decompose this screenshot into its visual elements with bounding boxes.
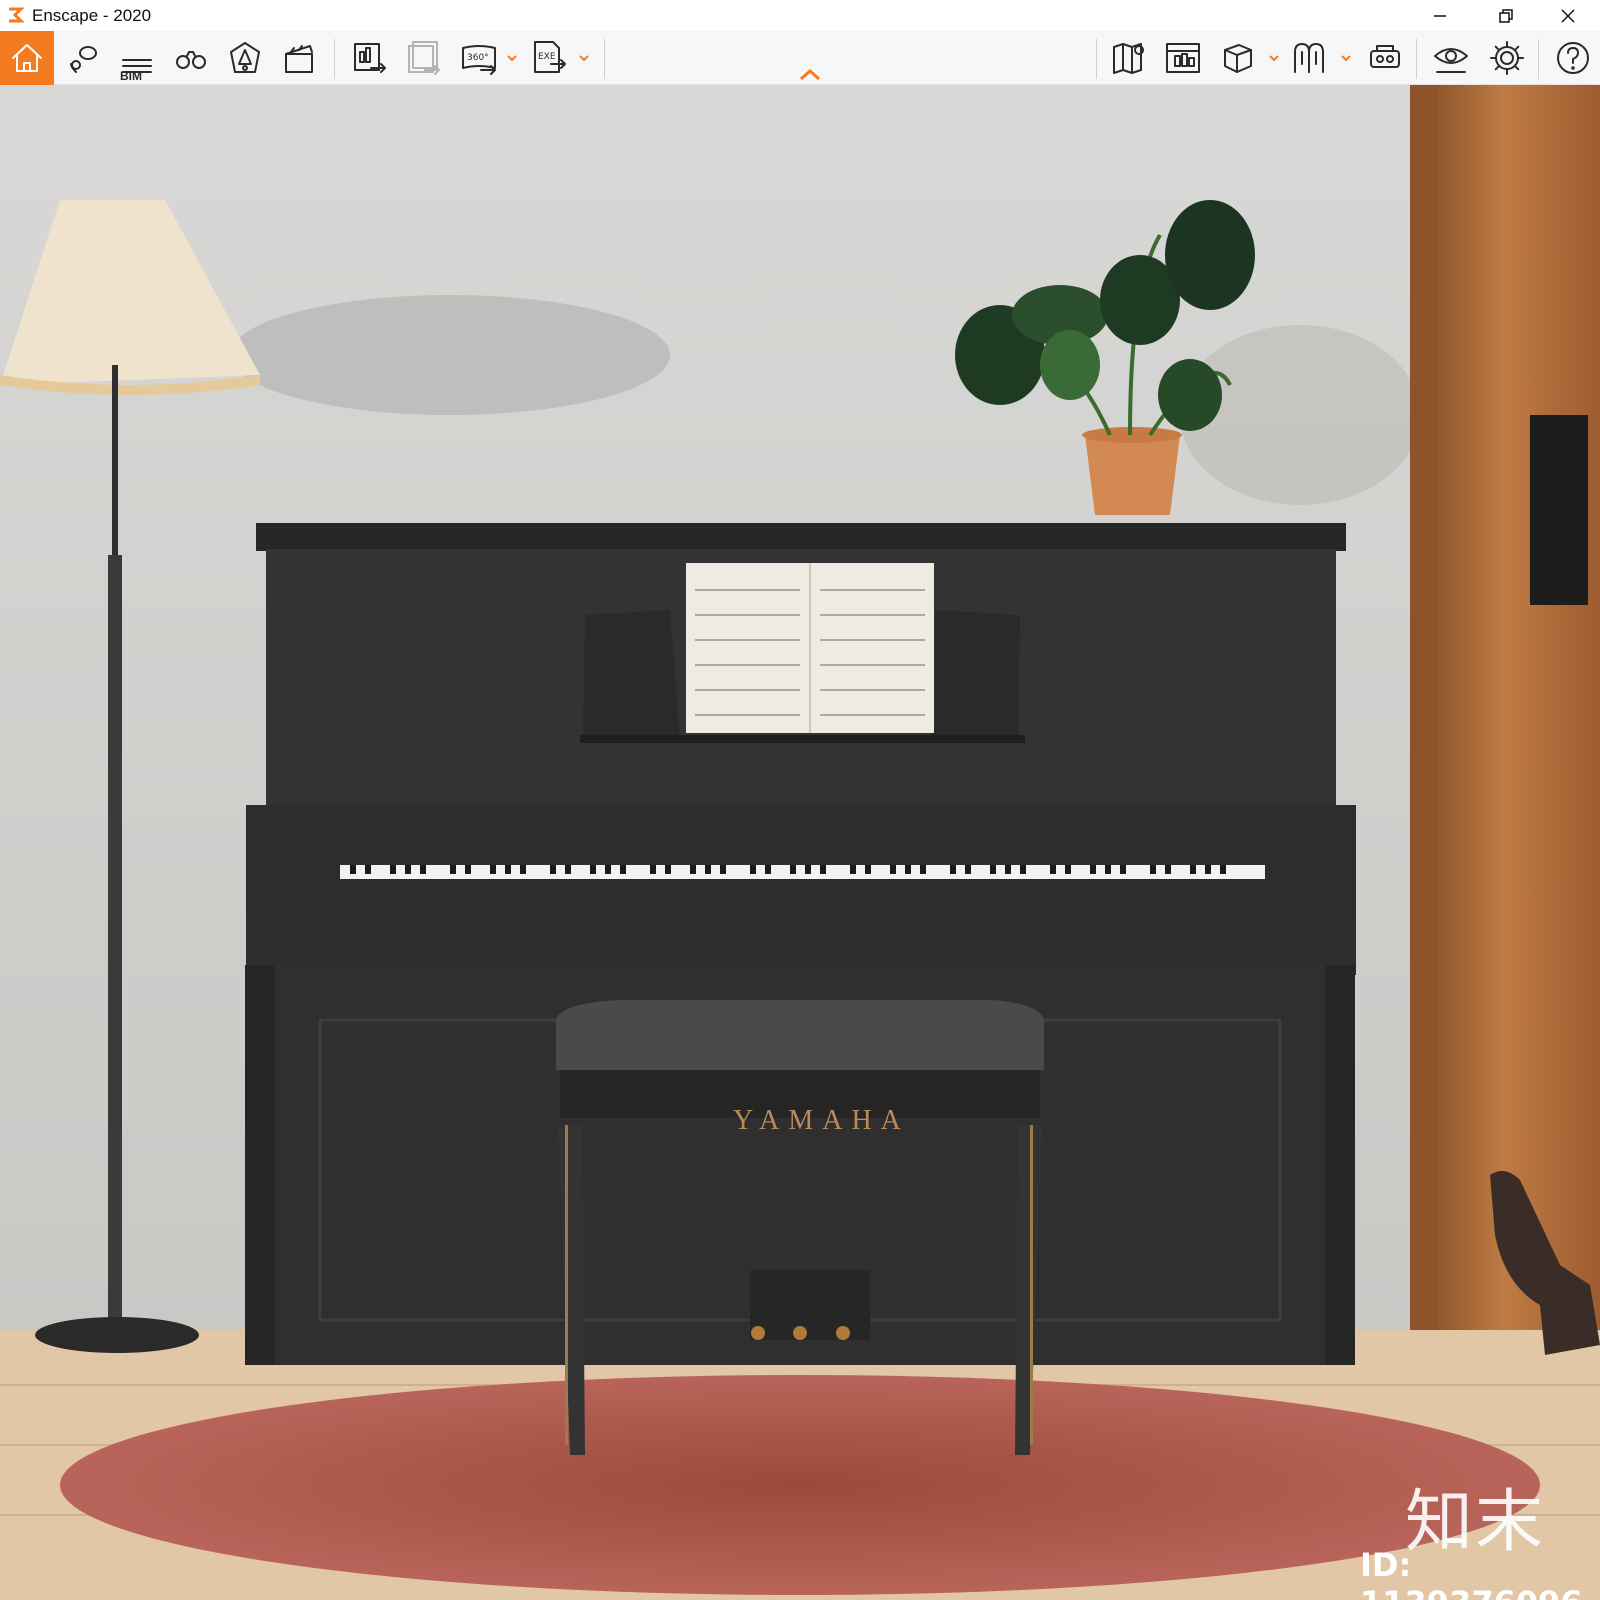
watermark-id: ID: 1139376096	[1360, 1546, 1583, 1600]
export-dropdown[interactable]	[578, 51, 590, 63]
visual-settings-button[interactable]	[1428, 35, 1474, 81]
eye-settings-icon	[1434, 48, 1468, 73]
render-window-button[interactable]	[1160, 35, 1206, 81]
export-exe-button[interactable]: EXE	[526, 35, 572, 81]
binoculars-button[interactable]	[168, 35, 214, 81]
section-dropdown[interactable]	[1340, 51, 1352, 63]
toolbar-separator	[334, 39, 335, 79]
asset-library-icon	[230, 42, 260, 73]
panorama-button[interactable]: 360°	[456, 35, 502, 81]
restore-icon	[1499, 8, 1513, 23]
toolbar-separator	[1416, 39, 1417, 79]
cube-button[interactable]	[1214, 35, 1260, 81]
settings-button[interactable]	[1484, 35, 1530, 81]
svg-text:EXE: EXE	[538, 52, 556, 62]
section-icon	[1294, 43, 1324, 73]
minimize-icon	[1434, 14, 1446, 17]
binoculars-icon	[176, 51, 206, 69]
panorama-360-icon: 360°	[462, 45, 496, 75]
map-icon	[1113, 43, 1144, 74]
toolbar-separator	[1096, 39, 1097, 79]
chevron-up-icon	[800, 68, 820, 81]
cube-icon	[1224, 44, 1252, 73]
svg-text:360°: 360°	[467, 53, 489, 63]
views-button[interactable]	[60, 35, 106, 81]
panorama-dropdown[interactable]	[506, 51, 518, 63]
chevron-down-icon	[579, 55, 589, 62]
home-icon	[12, 44, 42, 72]
window-title: Enscape - 2020	[32, 6, 152, 25]
section-button[interactable]	[1286, 35, 1332, 81]
toolbar-separator	[1538, 39, 1539, 79]
chevron-down-icon	[1341, 55, 1351, 62]
cube-dropdown[interactable]	[1268, 51, 1280, 63]
close-button[interactable]	[1540, 0, 1596, 31]
location-pin-icon	[70, 46, 97, 73]
close-icon	[1561, 8, 1575, 23]
video-editor-button[interactable]	[276, 35, 322, 81]
screenshot-button[interactable]	[346, 35, 392, 81]
restore-button[interactable]	[1478, 0, 1534, 31]
clapperboard-icon	[285, 45, 313, 73]
chevron-down-icon	[507, 55, 517, 62]
asset-library-button[interactable]	[222, 35, 268, 81]
piano-brand-text: YAMAHA	[733, 1105, 910, 1136]
render-viewport[interactable]: YAMAHA 知末 ID: 1139376096	[0, 85, 1600, 1600]
batch-render-button[interactable]	[400, 35, 446, 81]
chevron-down-icon	[1269, 55, 1279, 62]
toolbar-separator	[604, 39, 605, 79]
render-export-icon	[354, 43, 386, 73]
exe-export-icon: EXE	[534, 41, 566, 73]
vr-button[interactable]	[1362, 35, 1408, 81]
enscape-logo-icon	[9, 7, 24, 23]
help-icon	[1557, 42, 1589, 74]
vr-headset-icon	[1370, 45, 1400, 68]
collapse-toolbar-button[interactable]	[798, 68, 822, 82]
map-button[interactable]	[1106, 35, 1152, 81]
batch-render-icon	[408, 41, 440, 75]
home-button[interactable]	[0, 31, 54, 85]
scene-render	[0, 85, 1600, 1600]
title-bar: Enscape - 2020	[0, 0, 1600, 31]
gear-icon	[1490, 41, 1524, 75]
bim-label: BIM	[120, 69, 142, 83]
help-button[interactable]	[1550, 35, 1596, 81]
minimize-button[interactable]	[1412, 0, 1468, 31]
render-window-icon	[1166, 43, 1200, 73]
main-toolbar: BIM 360° EXE	[0, 31, 1600, 85]
